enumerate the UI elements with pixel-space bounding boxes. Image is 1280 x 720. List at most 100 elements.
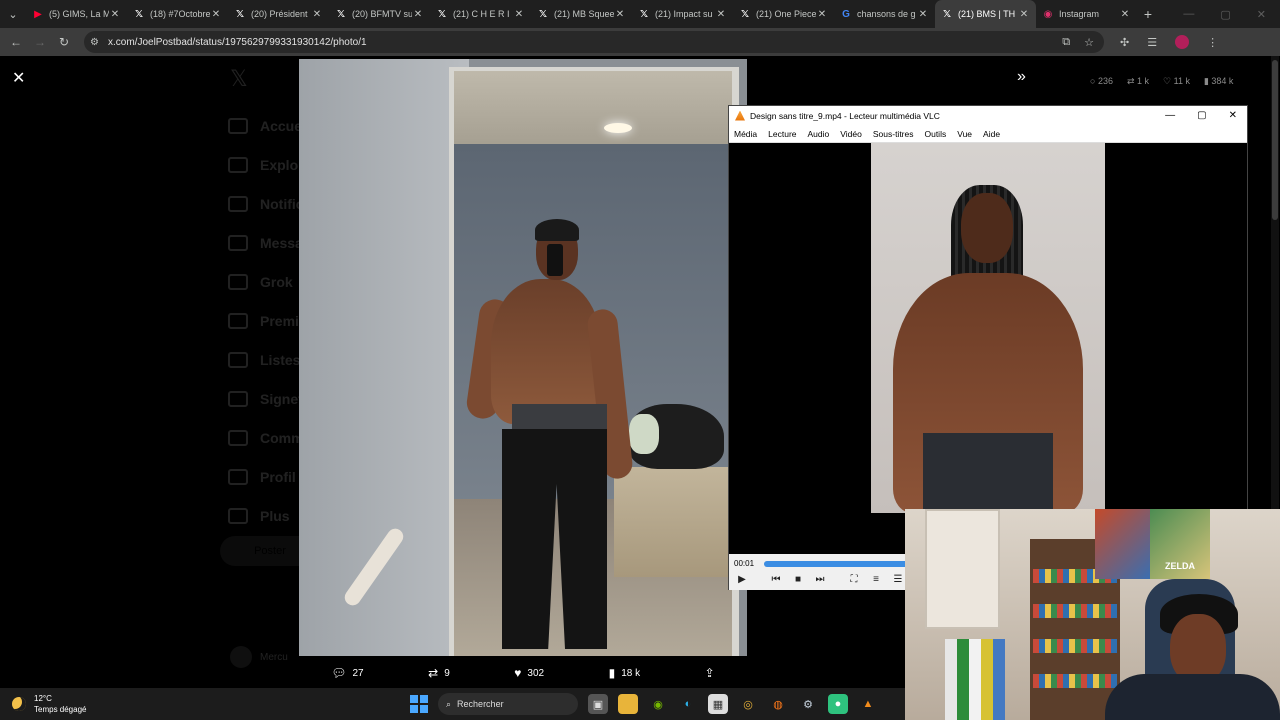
chrome-icon[interactable]: ◎ [738, 694, 758, 714]
store-icon[interactable]: ▦ [708, 694, 728, 714]
profile-avatar[interactable] [1175, 35, 1190, 49]
repost-button[interactable]: ⇄ 9 [428, 666, 450, 680]
vlc-video-area[interactable] [729, 143, 1247, 554]
reply-button[interactable]: 💬︎ 27 [331, 666, 363, 680]
like-stat[interactable]: ♡ 11 k [1163, 76, 1190, 87]
x-logo-icon: 𝕏 [942, 8, 952, 20]
extensions-icon[interactable]: ✣ [1120, 36, 1129, 49]
obs-icon[interactable]: ● [828, 694, 848, 714]
extended-settings-icon[interactable]: ≡ [868, 571, 884, 587]
heart-icon: ♥ [514, 666, 522, 680]
next-icon[interactable]: ⏭ [812, 571, 828, 587]
tab-search-icon[interactable]: ⌄ [0, 0, 26, 28]
browser-tab[interactable]: 𝕏 (18) #7Octobre ✕ [127, 0, 228, 28]
tab-close-icon[interactable]: ✕ [1018, 9, 1030, 20]
close-viewer-icon[interactable]: ✕ [12, 68, 25, 88]
tab-label: (5) GIMS, La M [49, 9, 109, 19]
browser-tab[interactable]: 𝕏 (21) One Piece ✕ [733, 0, 834, 28]
view-stat[interactable]: ▮ 384 k [1204, 76, 1233, 87]
tab-close-icon[interactable]: ✕ [816, 9, 828, 20]
x-nav-label: Profil [260, 468, 296, 485]
reply-icon: 💬︎ [331, 666, 347, 680]
back-icon[interactable]: ← [4, 35, 28, 49]
browser-tab[interactable]: 𝕏 (21) Impact su ✕ [632, 0, 733, 28]
vlc-title-bar[interactable]: Design sans titre_9.mp4 - Lecteur multim… [729, 106, 1247, 125]
task-view-icon[interactable]: ▣ [588, 694, 608, 714]
reply-stat[interactable]: ○ 236 [1090, 76, 1113, 87]
browser-tab[interactable]: 𝕏 (20) Président ✕ [228, 0, 329, 28]
share-button[interactable]: ⇪ [705, 666, 715, 680]
vlc-menu-item[interactable]: Aide [983, 129, 1000, 139]
vlc-close-icon[interactable]: ✕ [1229, 110, 1237, 121]
browser-tab[interactable]: 𝕏 (21) MB Squee ✕ [531, 0, 632, 28]
vlc-menu-item[interactable]: Outils [924, 129, 946, 139]
maximize-icon[interactable]: ▢ [1220, 8, 1230, 21]
vlc-menu-item[interactable]: Média [734, 129, 757, 139]
reading-list-icon[interactable]: ☰ [1147, 36, 1157, 49]
tab-label: Instagram [1059, 9, 1100, 19]
fullscreen-icon[interactable]: ⛶ [846, 571, 862, 587]
playlist-icon[interactable]: ☰ [890, 571, 906, 587]
more-menu-icon[interactable]: ⋮ [1207, 36, 1218, 49]
scrollbar-thumb[interactable] [1272, 60, 1278, 220]
vlc-menu-item[interactable]: Sous-titres [873, 129, 914, 139]
browser-tab[interactable]: 𝕏 (21) BMS | TH ✕ [935, 0, 1036, 28]
vlc-menu-item[interactable]: Vidéo [840, 129, 862, 139]
tab-close-icon[interactable]: ✕ [715, 9, 727, 20]
x-logo-icon[interactable]: 𝕏 [230, 66, 248, 92]
tab-close-icon[interactable]: ✕ [917, 9, 929, 20]
edge-icon[interactable]: ◐ [678, 694, 698, 714]
previous-icon[interactable]: ⏮ [768, 571, 784, 587]
steam-icon[interactable]: ⚙ [798, 694, 818, 714]
vlc-menu-item[interactable]: Vue [957, 129, 972, 139]
sidebar-profile[interactable]: Mercu [230, 646, 288, 668]
tab-close-icon[interactable]: ✕ [513, 9, 525, 20]
bookmark-star-icon[interactable]: ☆ [1084, 36, 1094, 49]
expand-sidebar-icon[interactable]: » [1017, 68, 1026, 86]
tab-close-icon[interactable]: ✕ [1119, 9, 1131, 20]
close-window-icon[interactable]: ✕ [1257, 8, 1266, 21]
vlc-menu-item[interactable]: Lecture [768, 129, 796, 139]
browser-tab[interactable]: 𝕏 (21) C H E R I ✕ [430, 0, 531, 28]
site-info-icon[interactable]: ⚙ [90, 37, 104, 48]
tab-strip: ▶ (5) GIMS, La M ✕ 𝕏 (18) #7Octobre ✕ 𝕏 (20) Pr… [26, 0, 1137, 28]
file-explorer-icon[interactable] [618, 694, 638, 714]
x-logo-icon: 𝕏 [134, 8, 144, 20]
url-bar[interactable]: ⚙ x.com/JoelPostbad/status/1975629799331… [84, 31, 1104, 53]
stop-icon[interactable]: ■ [790, 571, 806, 587]
play-icon[interactable]: ▶ [734, 571, 750, 587]
forward-icon[interactable]: → [28, 35, 52, 49]
browser-tab[interactable]: 𝕏 (20) BFMTV su ✕ [329, 0, 430, 28]
vlc-elapsed-time: 00:01 [734, 559, 755, 568]
tab-close-icon[interactable]: ✕ [614, 9, 626, 20]
instagram-icon: ◉ [1043, 8, 1053, 20]
tab-close-icon[interactable]: ✕ [210, 9, 222, 20]
profile-name: Mercu [260, 651, 288, 663]
reload-icon[interactable]: ↻ [52, 35, 76, 49]
tab-close-icon[interactable]: ✕ [311, 9, 323, 20]
weather-widget[interactable]: 12°C Temps dégagé [0, 693, 86, 715]
vlc-menu-item[interactable]: Audio [808, 129, 830, 139]
browser-tab-bar: ⌄ ▶ (5) GIMS, La M ✕ 𝕏 (18) #7Octobre ✕ 𝕏 (20) … [0, 0, 1280, 28]
repost-stat[interactable]: ⇄ 1 k [1127, 76, 1149, 87]
install-app-icon[interactable]: ⧉ [1062, 36, 1070, 49]
views-button[interactable]: ▮ 18 k [609, 666, 641, 680]
vlc-taskbar-icon[interactable]: ▲ [858, 694, 878, 714]
vlc-minimize-icon[interactable]: — [1165, 110, 1175, 121]
new-tab-button[interactable]: + [1137, 6, 1159, 22]
start-button[interactable] [410, 695, 428, 713]
photo-action-bar: 💬︎ 27 ⇄ 9 ♥ 302 ▮ 18 k ⇪ [299, 660, 747, 686]
tab-close-icon[interactable]: ✕ [109, 9, 121, 20]
tab-label: chansons de g [857, 9, 916, 19]
taskbar-search[interactable]: ⌕ Rechercher [438, 693, 578, 715]
like-button[interactable]: ♥ 302 [514, 666, 544, 680]
browser-tab[interactable]: Gchansons de g ✕ [834, 0, 935, 28]
browser-tab[interactable]: ▶ (5) GIMS, La M ✕ [26, 0, 127, 28]
vlc-maximize-icon[interactable]: ▢ [1197, 110, 1206, 121]
minimize-icon[interactable]: — [1183, 8, 1194, 21]
tab-close-icon[interactable]: ✕ [412, 9, 424, 20]
nvidia-icon[interactable]: ◉ [648, 694, 668, 714]
repost-icon: ⇄ [428, 666, 439, 680]
firefox-icon[interactable]: ◍ [768, 694, 788, 714]
browser-tab[interactable]: ◉ Instagram ✕ [1036, 0, 1137, 28]
